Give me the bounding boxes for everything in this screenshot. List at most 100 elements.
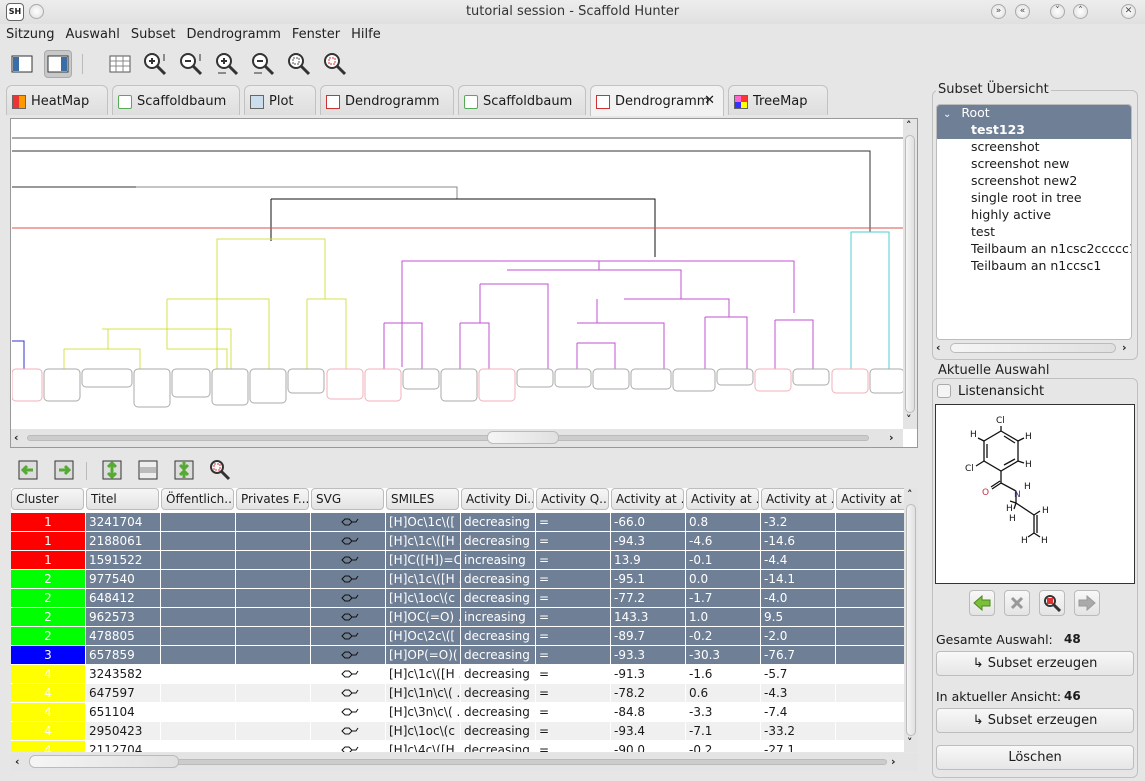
table-row[interactable]: 2977540 [H]c\1c\([H ...decreasing=-95.10.… bbox=[11, 570, 904, 589]
zoom-selection-icon[interactable] bbox=[322, 50, 350, 78]
menu-fenster[interactable]: Fenster bbox=[286, 25, 345, 42]
tree-item[interactable]: highly active bbox=[937, 207, 1051, 224]
zoom-in-vertical-icon[interactable] bbox=[142, 50, 170, 78]
table-row[interactable]: 4 651104 [H]c\3n\c\( ... decreasing = -84.8 -3… bbox=[11, 703, 904, 722]
tree-item[interactable]: screenshot bbox=[937, 139, 1040, 156]
column-header[interactable]: Activity at ... bbox=[761, 488, 834, 510]
tree-item[interactable]: screenshot new2 bbox=[937, 173, 1077, 190]
column-header[interactable]: Cluster bbox=[11, 488, 84, 510]
clear-icon[interactable] bbox=[1004, 590, 1030, 616]
tab-dendrogramm-1[interactable]: Dendrogramm bbox=[320, 85, 454, 115]
scroll-left-icon[interactable]: ‹ bbox=[14, 431, 19, 444]
create-subset-total-button[interactable]: ↳ Subset erzeugen bbox=[936, 651, 1134, 676]
table-row[interactable]: 2962573 [H]OC(=O) ...increasing=143.31.09… bbox=[11, 608, 904, 627]
scroll-right-icon[interactable]: › bbox=[889, 431, 894, 444]
tab-dendrogramm-2[interactable]: Dendrogramm ✕ bbox=[590, 85, 724, 116]
list-view-checkbox[interactable] bbox=[937, 384, 951, 398]
menu-hilfe[interactable]: Hilfe bbox=[345, 25, 386, 42]
scroll-left-icon[interactable]: ‹ bbox=[15, 755, 20, 768]
dendrogram-vertical-scrollbar[interactable]: ˄ ˅ bbox=[903, 119, 917, 429]
column-header[interactable]: SVG bbox=[311, 488, 384, 510]
tab-scaffoldbaum-1[interactable]: Scaffoldbaum bbox=[112, 85, 240, 115]
zoom-out-vertical-icon[interactable] bbox=[178, 50, 206, 78]
table-row[interactable]: 3657859 [H]OP(=O)( ...decreasing=-93.3-30… bbox=[11, 646, 904, 665]
scroll-thumb[interactable] bbox=[29, 755, 179, 768]
tree-item[interactable]: Teilbaum an n1ccsc1 bbox=[937, 258, 1101, 275]
tab-treemap[interactable]: TreeMap bbox=[728, 85, 828, 115]
table-row[interactable]: 42950423[H]c\1oc\(c ...decreasing=-93.4-… bbox=[11, 722, 904, 741]
sidebar-left-icon[interactable] bbox=[8, 50, 36, 78]
column-header[interactable]: Öffentlich... bbox=[161, 488, 234, 510]
tree-root[interactable]: ⌄ Root bbox=[937, 105, 1131, 122]
scroll-right-icon[interactable]: › bbox=[891, 755, 896, 768]
tree-item[interactable]: Teilbaum an n1csc2ccccc12 bbox=[937, 241, 1131, 258]
column-header[interactable]: Activity Di... bbox=[461, 488, 534, 510]
maximize-icon[interactable]: ˄ bbox=[1073, 4, 1088, 19]
table-horizontal-scrollbar[interactable]: ‹ › bbox=[11, 753, 918, 771]
table-row[interactable]: 42112704[H]c\4c\([H ...decreasing=-90.0-… bbox=[11, 741, 904, 752]
dendrogram-canvas[interactable]: ˄ ˅ ‹ › bbox=[10, 118, 918, 448]
scroll-thumb[interactable] bbox=[487, 431, 559, 444]
menu-dendrogramm[interactable]: Dendrogramm bbox=[181, 25, 286, 42]
table-row[interactable]: 11591522 [H]C([H])=C ...increasing=13.9-0… bbox=[11, 551, 904, 570]
delete-button[interactable]: Löschen bbox=[936, 745, 1134, 770]
scroll-up-icon[interactable]: ˄ bbox=[907, 488, 913, 501]
back-arrow-icon[interactable] bbox=[969, 590, 995, 616]
zoom-out-horizontal-icon[interactable] bbox=[250, 50, 278, 78]
scroll-right-icon[interactable]: › bbox=[1122, 341, 1127, 354]
molecule-preview[interactable]: Cl H H H Cl O N H H H H H H bbox=[935, 404, 1135, 584]
chevron-down-icon[interactable]: ⌄ bbox=[943, 109, 951, 120]
table-row[interactable]: 2478805 [H]Oc\2c\([ ...decreasing=-89.7-0… bbox=[11, 627, 904, 646]
restore-all-icon[interactable]: « bbox=[1015, 4, 1030, 19]
tree-item[interactable]: test bbox=[937, 224, 995, 241]
sidebar-right-icon[interactable] bbox=[44, 50, 72, 78]
tree-item[interactable]: single root in tree bbox=[937, 190, 1082, 207]
zoom-molecule-icon[interactable] bbox=[1039, 590, 1065, 616]
column-header[interactable]: Activity Q... bbox=[536, 488, 609, 510]
table-row[interactable]: 2648412 [H]c\1oc\(c ...decreasing=-77.2-1… bbox=[11, 589, 904, 608]
zoom-fit-icon[interactable] bbox=[286, 50, 314, 78]
dendrogram-horizontal-scrollbar[interactable]: ‹ › bbox=[11, 429, 903, 447]
table-row[interactable]: 4 647597 [H]c\1n\c\( ... decreasing = -78.2 0.… bbox=[11, 684, 904, 703]
minimize-icon[interactable]: ˅ bbox=[1050, 4, 1065, 19]
expand-columns-icon[interactable] bbox=[52, 458, 76, 482]
minimize-all-icon[interactable]: » bbox=[991, 4, 1006, 19]
table-row[interactable]: 43243582[H]c\1c\([H ...decreasing=-91.3-… bbox=[11, 665, 904, 684]
default-row-height-icon[interactable] bbox=[136, 458, 160, 482]
close-tab-icon[interactable]: ✕ bbox=[704, 93, 715, 108]
table-row[interactable]: 13241704 [H]Oc\1c\([ ...decreasing=-66.00… bbox=[11, 513, 904, 532]
tab-plot[interactable]: Plot bbox=[244, 85, 316, 115]
zoom-selection-icon[interactable] bbox=[208, 458, 232, 482]
tab-scaffoldbaum-2[interactable]: Scaffoldbaum bbox=[458, 85, 586, 115]
scroll-down-icon[interactable]: ˅ bbox=[906, 413, 912, 426]
menu-sitzung[interactable]: Sitzung bbox=[0, 25, 60, 42]
close-icon[interactable]: ✕ bbox=[1121, 4, 1136, 19]
table-row[interactable]: 12188061[H]c\1c\([H ...decreasing=-94.3-… bbox=[11, 532, 904, 551]
tree-item[interactable]: screenshot new bbox=[937, 156, 1069, 173]
tab-heatmap[interactable]: HeatMap bbox=[6, 85, 108, 115]
column-header[interactable]: SMILES bbox=[386, 488, 459, 510]
scroll-down-icon[interactable]: ˅ bbox=[907, 736, 913, 749]
scroll-left-icon[interactable]: ‹ bbox=[936, 341, 941, 354]
forward-arrow-icon[interactable] bbox=[1074, 590, 1100, 616]
column-header[interactable]: Titel bbox=[86, 488, 159, 510]
menu-auswahl[interactable]: Auswahl bbox=[60, 25, 125, 42]
table-vertical-scrollbar[interactable]: ˄ ˅ bbox=[904, 488, 918, 752]
zoom-in-horizontal-icon[interactable] bbox=[214, 50, 242, 78]
column-header[interactable]: Activity at ... bbox=[611, 488, 684, 510]
scroll-thumb[interactable] bbox=[906, 504, 916, 736]
increase-row-height-icon[interactable] bbox=[100, 458, 124, 482]
column-header[interactable]: Privates F... bbox=[236, 488, 309, 510]
tree-item-selected[interactable]: test123 bbox=[937, 122, 1131, 139]
column-header[interactable]: Activity at ... bbox=[686, 488, 759, 510]
scroll-thumb[interactable] bbox=[905, 135, 915, 413]
menu-subset[interactable]: Subset bbox=[125, 25, 181, 42]
shrink-columns-icon[interactable] bbox=[16, 458, 40, 482]
subset-tree-horizontal-scrollbar[interactable]: ‹ › bbox=[936, 341, 1132, 355]
decrease-row-height-icon[interactable] bbox=[172, 458, 196, 482]
table-icon[interactable] bbox=[106, 50, 134, 78]
column-header[interactable]: Activity at .. bbox=[836, 488, 904, 510]
scroll-thumb[interactable] bbox=[950, 343, 1116, 353]
scroll-up-icon[interactable]: ˄ bbox=[906, 119, 912, 132]
create-subset-view-button[interactable]: ↳ Subset erzeugen bbox=[936, 708, 1134, 733]
